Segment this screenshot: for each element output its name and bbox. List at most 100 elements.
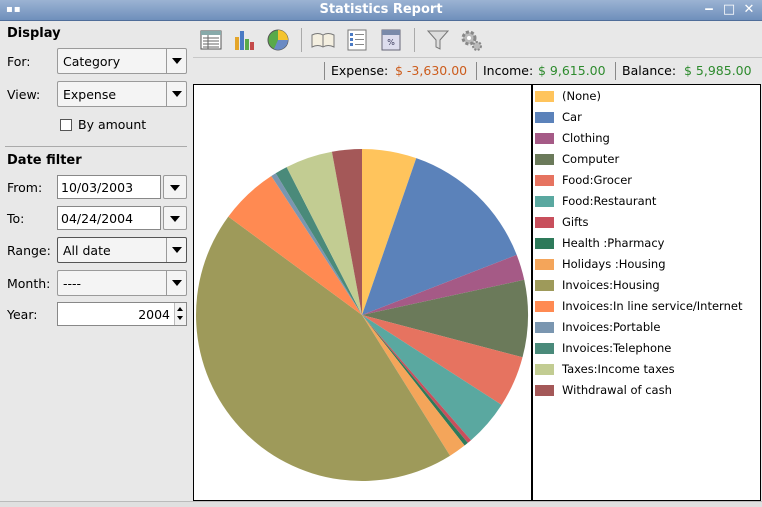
chevron-down-icon xyxy=(166,271,186,295)
legend-swatch xyxy=(535,300,554,312)
legend-label: Food:Restaurant xyxy=(562,194,657,208)
filter-panel: Display For: Category View: Expense By a… xyxy=(0,22,192,500)
year-value: 2004 xyxy=(138,307,170,322)
legend-item: Computer xyxy=(535,151,619,167)
divider xyxy=(5,146,187,147)
from-date-dropdown-button[interactable] xyxy=(163,175,187,199)
legend-swatch xyxy=(535,153,554,165)
book-icon[interactable] xyxy=(310,27,336,53)
display-heading: Display xyxy=(7,26,61,41)
maximize-icon[interactable]: □ xyxy=(722,2,736,17)
gear-icon[interactable] xyxy=(459,27,485,53)
close-icon[interactable]: ✕ xyxy=(742,2,756,17)
legend-label: Withdrawal of cash xyxy=(562,383,672,397)
year-label: Year: xyxy=(7,307,38,322)
legend-swatch xyxy=(535,363,554,375)
expense-label: Expense: xyxy=(331,63,389,78)
legend-item: Withdrawal of cash xyxy=(535,382,672,398)
toolbar: % xyxy=(193,22,762,58)
svg-text:%: % xyxy=(387,38,395,47)
legend-swatch xyxy=(535,279,554,291)
legend-label: Invoices:In line service/Internet xyxy=(562,299,743,313)
legend-item: Food:Grocer xyxy=(535,172,632,188)
for-value: Category xyxy=(63,54,121,69)
legend-item: Invoices:Portable xyxy=(535,319,660,335)
legend-swatch xyxy=(535,384,554,396)
legend-swatch xyxy=(535,321,554,333)
view-value: Expense xyxy=(63,87,117,102)
legend-label: Invoices:Telephone xyxy=(562,341,672,355)
legend-swatch xyxy=(535,90,554,102)
legend-label: Health :Pharmacy xyxy=(562,236,665,250)
legend-label: Gifts xyxy=(562,215,589,229)
title-bar: ▪▪ Statistics Report ‒ □ ✕ xyxy=(0,0,762,21)
to-label: To: xyxy=(7,211,25,226)
legend-label: Taxes:Income taxes xyxy=(562,362,675,376)
legend-label: Car xyxy=(562,110,582,124)
month-value: ---- xyxy=(63,276,82,291)
month-label: Month: xyxy=(7,276,51,291)
legend-item: (None) xyxy=(535,88,601,104)
chevron-down-icon xyxy=(166,49,186,73)
month-combo[interactable]: ---- xyxy=(57,270,187,296)
from-label: From: xyxy=(7,180,43,195)
to-date-value: 04/24/2004 xyxy=(61,211,134,226)
legend-swatch xyxy=(535,237,554,249)
legend-label: Computer xyxy=(562,152,620,166)
from-date-input[interactable]: 10/03/2003 xyxy=(57,175,161,199)
legend-swatch xyxy=(535,132,554,144)
legend-label: Invoices:Portable xyxy=(562,320,661,334)
rate-icon[interactable]: % xyxy=(378,27,404,53)
bar-chart-icon[interactable] xyxy=(232,27,258,53)
year-spinner[interactable]: 2004 xyxy=(57,302,187,326)
legend-swatch xyxy=(535,174,554,186)
pie-chart-panel xyxy=(193,84,532,501)
legend-swatch xyxy=(535,111,554,123)
pie-chart-icon[interactable] xyxy=(265,27,291,53)
minimize-icon[interactable]: ‒ xyxy=(702,2,716,17)
checklist-icon[interactable] xyxy=(344,27,370,53)
from-date-value: 10/03/2003 xyxy=(61,180,134,195)
legend-swatch xyxy=(535,342,554,354)
summary-bar: Expense: $ -3,630.00 Income: $ 9,615.00 … xyxy=(193,59,762,83)
range-combo[interactable]: All date xyxy=(57,237,187,263)
legend-item: Taxes:Income taxes xyxy=(535,361,675,377)
legend-swatch xyxy=(535,195,554,207)
legend-item: Invoices:Telephone xyxy=(535,340,671,356)
by-amount-label: By amount xyxy=(78,117,147,132)
legend-item: Invoices:Housing xyxy=(535,277,660,293)
legend-label: Invoices:Housing xyxy=(562,278,660,292)
legend-label: (None) xyxy=(562,89,601,103)
for-label: For: xyxy=(7,54,31,69)
legend-item: Gifts xyxy=(535,214,588,230)
legend-swatch xyxy=(535,258,554,270)
chevron-down-icon xyxy=(166,238,186,262)
range-value: All date xyxy=(63,243,111,258)
legend-swatch xyxy=(535,216,554,228)
status-bar xyxy=(0,501,762,507)
filter-icon[interactable] xyxy=(425,27,451,53)
for-combo[interactable]: Category xyxy=(57,48,187,74)
by-amount-checkbox[interactable] xyxy=(60,119,72,131)
to-date-input[interactable]: 04/24/2004 xyxy=(57,206,161,230)
legend-label: Holidays :Housing xyxy=(562,257,666,271)
legend-item: Holidays :Housing xyxy=(535,256,666,272)
legend-item: Invoices:In line service/Internet xyxy=(535,298,742,314)
to-date-dropdown-button[interactable] xyxy=(163,206,187,230)
view-label: View: xyxy=(7,87,41,102)
income-value: $ 9,615.00 xyxy=(538,63,606,78)
balance-value: $ 5,985.00 xyxy=(684,63,752,78)
expense-value: $ -3,630.00 xyxy=(395,63,468,78)
window-title: Statistics Report xyxy=(319,2,443,17)
spin-buttons[interactable] xyxy=(174,303,186,325)
view-combo[interactable]: Expense xyxy=(57,81,187,107)
legend-label: Clothing xyxy=(562,131,610,145)
income-label: Income: xyxy=(483,63,534,78)
legend-item: Clothing xyxy=(535,130,610,146)
balance-label: Balance: xyxy=(622,63,677,78)
date-filter-heading: Date filter xyxy=(7,153,82,168)
legend-item: Food:Restaurant xyxy=(535,193,656,209)
legend-item: Car xyxy=(535,109,582,125)
pie-chart[interactable] xyxy=(194,85,531,500)
list-view-icon[interactable] xyxy=(198,27,224,53)
